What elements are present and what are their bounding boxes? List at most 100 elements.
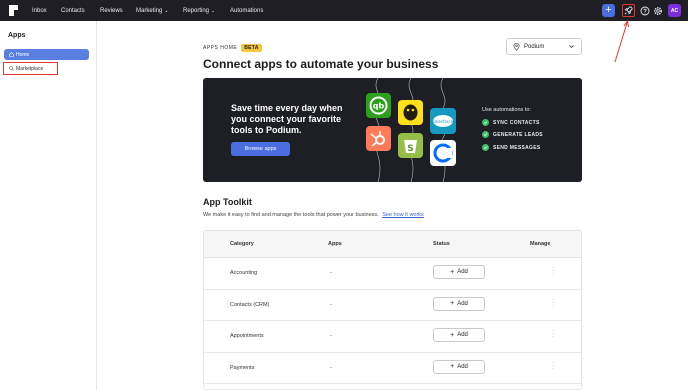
- add-label: Add: [457, 363, 468, 370]
- sidebar: Apps Home Marketplace: [0, 21, 97, 390]
- more-options-icon[interactable]: · · ·: [552, 265, 554, 277]
- add-label: Add: [457, 332, 468, 338]
- more-options-icon[interactable]: · · ·: [552, 328, 554, 340]
- settings-button[interactable]: [651, 4, 664, 17]
- column-header-manage: Manage: [530, 241, 551, 247]
- nav-reviews[interactable]: Reviews: [100, 0, 123, 21]
- add-button[interactable]: + Add: [433, 359, 485, 374]
- avatar-initials: AC: [670, 7, 679, 14]
- shopify-logo: S: [398, 133, 423, 158]
- plus-icon: +: [450, 363, 455, 370]
- apps-cell: -: [330, 364, 332, 371]
- apps-button[interactable]: [622, 4, 635, 17]
- add-label: Add: [457, 269, 468, 275]
- add-button[interactable]: + Add: [433, 328, 485, 342]
- gear-icon: [653, 6, 662, 15]
- apps-cell: -: [330, 333, 332, 339]
- apps-cell: -: [330, 270, 332, 276]
- mailchimp-logo: [398, 100, 423, 125]
- check-item: SYNC CONTACTS: [482, 119, 540, 126]
- sidebar-item-label: Home: [16, 51, 30, 58]
- nav-reporting-label: Reporting: [183, 7, 210, 14]
- nav-marketing[interactable]: Marketing ⌄: [136, 0, 169, 21]
- column-header-category: Category: [230, 241, 254, 247]
- rocket-icon: [624, 6, 633, 15]
- toolkit-description: We make it easy to find and manage the t…: [203, 212, 424, 218]
- column-header-status: Status: [433, 241, 450, 247]
- location-pin-icon: [513, 43, 520, 51]
- location-value: Podium: [524, 43, 545, 50]
- top-nav-bar: Inbox Contacts Reviews Marketing ⌄ Report…: [0, 0, 688, 21]
- location-select[interactable]: Podium: [506, 38, 582, 55]
- svg-text:S: S: [407, 144, 413, 154]
- category-cell: Contacts (CRM): [230, 301, 270, 308]
- nav-inbox[interactable]: Inbox: [32, 0, 47, 21]
- calendly-logo: [430, 140, 456, 166]
- help-button[interactable]: [638, 4, 651, 17]
- check-icon: [482, 131, 489, 138]
- add-label: Add: [457, 300, 468, 307]
- annotation-arrow: [614, 19, 629, 63]
- beta-badge: BETA: [241, 44, 262, 52]
- plus-icon: +: [450, 300, 455, 307]
- nav-contacts[interactable]: Contacts: [61, 0, 85, 21]
- toolkit-description-text: We make it easy to find and manage the t…: [203, 212, 379, 218]
- banner-subtitle: Use automations to:: [482, 107, 531, 113]
- toolkit-title: App Toolkit: [203, 197, 252, 207]
- add-button[interactable]: + Add: [433, 296, 485, 311]
- add-button[interactable]: +: [602, 4, 615, 17]
- plus-icon: +: [450, 331, 455, 339]
- table-header: Category Apps Status Manage: [204, 231, 581, 258]
- more-options-icon[interactable]: · · ·: [552, 360, 554, 372]
- quickbooks-logo: qb: [366, 93, 391, 118]
- page-title: Connect apps to automate your business: [203, 57, 439, 71]
- chevron-down-icon: ⌄: [211, 7, 216, 14]
- nav-automations[interactable]: Automations: [230, 0, 263, 21]
- nav-marketing-label: Marketing: [136, 7, 163, 14]
- annotation-highlight-box: [3, 62, 58, 75]
- banner-headline: Save time every day when you connect you…: [231, 103, 343, 135]
- apps-cell: -: [330, 301, 332, 308]
- home-icon: [9, 52, 14, 57]
- check-icon: [482, 119, 489, 126]
- category-cell: Payments: [230, 364, 255, 371]
- hubspot-logo: [366, 126, 391, 151]
- check-label: GENERATE LEADS: [493, 131, 543, 138]
- table-row: Contacts (CRM) - + Add · · ·: [204, 289, 581, 321]
- nav-contacts-label: Contacts: [61, 7, 85, 14]
- toolkit-table: Category Apps Status Manage Accounting -…: [203, 230, 582, 390]
- category-cell: Appointments: [230, 333, 264, 339]
- table-row: Appointments - + Add · · ·: [204, 321, 581, 353]
- check-label: SEND MESSAGES: [493, 144, 541, 151]
- podium-logo[interactable]: [9, 5, 18, 16]
- nav-inbox-label: Inbox: [32, 7, 47, 14]
- page-eyebrow: APPS HOME BETA: [203, 44, 262, 52]
- sidebar-title: Apps: [8, 32, 26, 39]
- table-row: Accounting - + Add · · ·: [204, 258, 581, 290]
- nav-automations-label: Automations: [230, 7, 264, 14]
- browse-apps-button[interactable]: Browse apps: [231, 142, 290, 156]
- plus-icon: +: [450, 268, 455, 276]
- app-logos-collage: qb salesforce S: [366, 78, 456, 182]
- svg-text:salesforce: salesforce: [433, 119, 454, 124]
- check-item: GENERATE LEADS: [482, 131, 543, 138]
- check-label: SYNC CONTACTS: [493, 119, 540, 126]
- nav-reporting[interactable]: Reporting ⌄: [183, 0, 215, 21]
- plus-icon: +: [605, 4, 612, 16]
- check-icon: [482, 144, 489, 151]
- table-row: Payments - + Add · · ·: [204, 352, 581, 384]
- chevron-down-icon: [569, 45, 574, 49]
- column-header-apps: Apps: [328, 241, 342, 247]
- user-avatar[interactable]: AC: [668, 4, 681, 17]
- help-icon: [640, 6, 649, 15]
- nav-reviews-label: Reviews: [100, 7, 123, 14]
- svg-text:qb: qb: [373, 102, 385, 111]
- check-item: SEND MESSAGES: [482, 144, 541, 151]
- category-cell: Accounting: [230, 270, 258, 276]
- see-how-it-works-link[interactable]: See how it works: [382, 212, 424, 218]
- promo-banner: Save time every day when you connect you…: [203, 78, 582, 182]
- eyebrow-text: APPS HOME: [203, 45, 238, 51]
- more-options-icon[interactable]: · · ·: [552, 297, 554, 309]
- add-button[interactable]: + Add: [433, 265, 485, 279]
- sidebar-item-home[interactable]: Home: [4, 49, 89, 60]
